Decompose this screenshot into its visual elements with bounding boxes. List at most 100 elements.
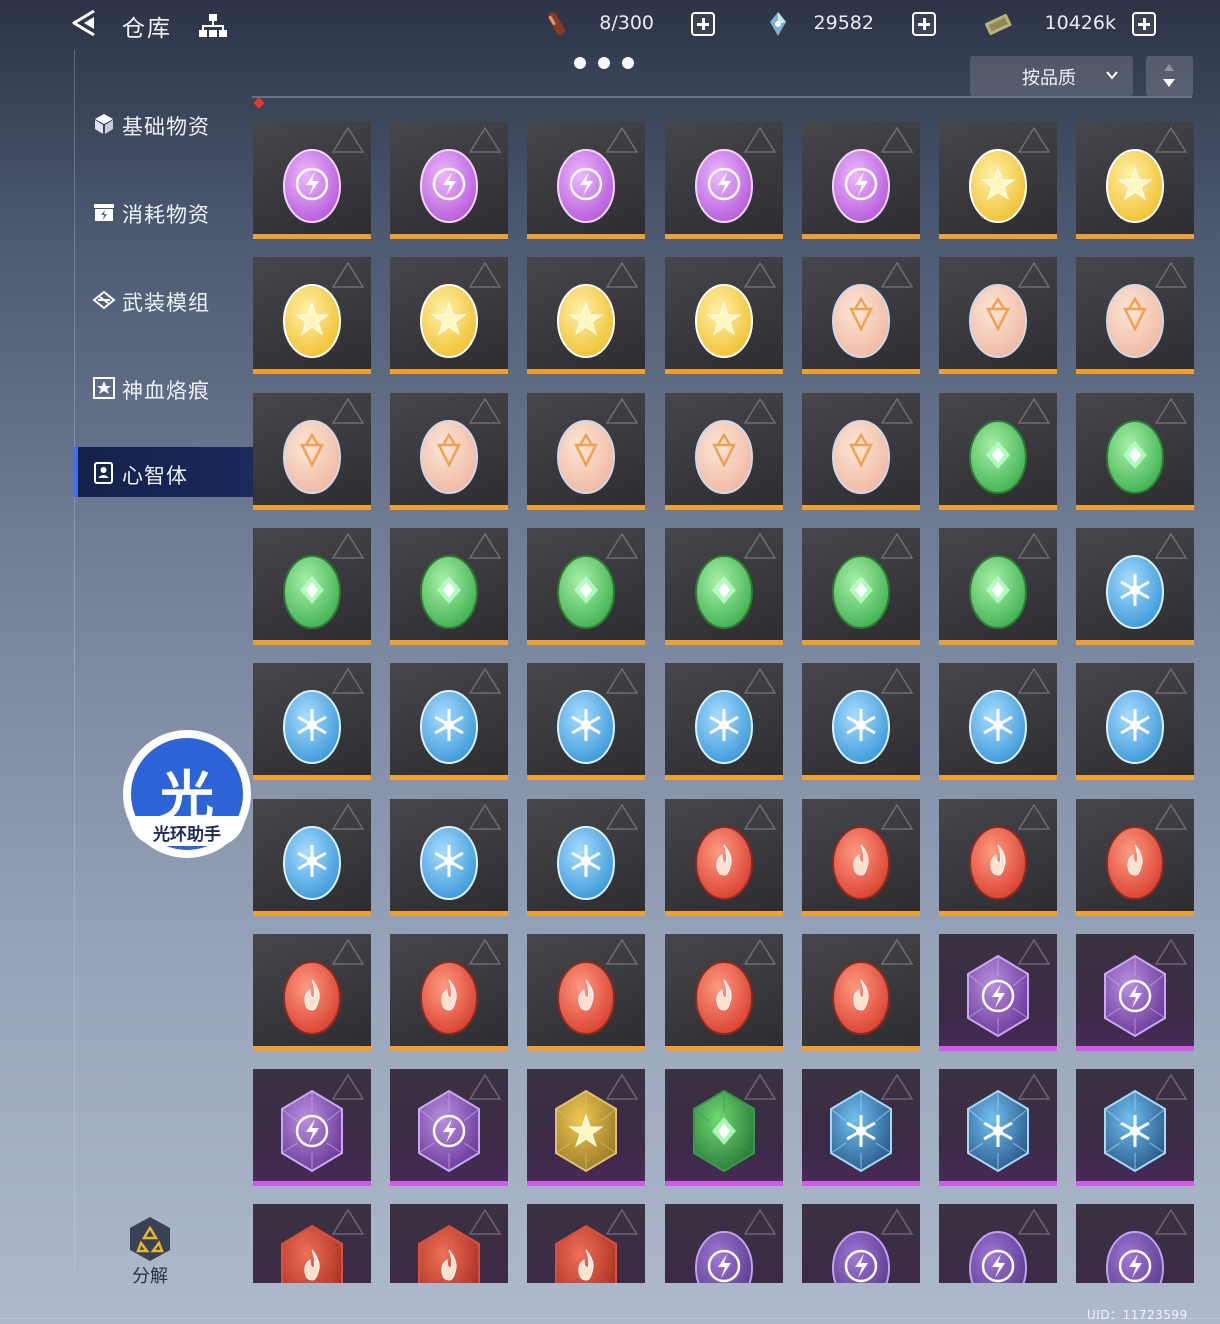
item-slot[interactable] [527,257,645,374]
item-slot[interactable] [1076,799,1194,916]
item-slot[interactable] [802,393,920,510]
add-capacity-button[interactable] [691,12,715,36]
item-slot[interactable] [1076,1069,1194,1186]
sidebar-item-armament-modules[interactable]: 武装模组 [74,274,276,324]
item-slot[interactable] [1076,663,1194,780]
item-slot[interactable] [390,663,508,780]
item-slot[interactable] [802,257,920,374]
rarity-bar [665,234,783,239]
item-slot[interactable] [665,257,783,374]
mind-entity-icon [418,1224,480,1283]
item-slot[interactable] [253,528,371,645]
item-slot[interactable] [665,393,783,510]
item-slot[interactable] [1076,257,1194,374]
item-slot[interactable] [527,393,645,510]
item-slot[interactable] [253,663,371,780]
more-options-button[interactable] [574,54,650,69]
mind-entity-icon [1106,826,1164,900]
halo-assistant-badge[interactable]: 光 光环助手 [123,730,251,858]
item-slot[interactable] [1076,393,1194,510]
item-slot[interactable] [1076,1204,1194,1283]
item-slot[interactable] [939,1069,1057,1186]
item-slot[interactable] [1076,934,1194,1051]
item-slot[interactable] [390,1204,508,1283]
item-slot[interactable] [802,122,920,239]
add-crystal-button[interactable] [912,12,936,36]
item-slot[interactable] [939,122,1057,239]
item-slot[interactable] [390,1069,508,1186]
item-slot[interactable] [390,122,508,239]
item-slot[interactable] [390,934,508,1051]
hierarchy-button[interactable] [198,12,228,38]
item-slot[interactable] [939,663,1057,780]
sort-by-quality-dropdown[interactable]: 按品质 [970,56,1133,96]
item-slot[interactable] [527,934,645,1051]
decompose-button[interactable]: 分解 [120,1212,180,1287]
item-slot[interactable] [253,122,371,239]
item-slot[interactable] [665,1204,783,1283]
mind-entity-icon [420,690,478,764]
item-slot[interactable] [253,1204,371,1283]
mind-entity-icon [967,954,1029,1038]
mind-entity-icon [420,555,478,629]
rarity-bar [802,369,920,374]
item-slot[interactable] [802,1204,920,1283]
item-slot[interactable] [939,1204,1057,1283]
mind-entity-icon [283,149,341,223]
item-slot[interactable] [253,257,371,374]
item-slot[interactable] [665,1069,783,1186]
item-slot[interactable] [390,393,508,510]
category-sidebar: 基础物资 消耗物资 武装模组 神血烙痕 心智体 [74,92,276,512]
item-slot[interactable] [939,257,1057,374]
sidebar-item-mind-entities[interactable]: 心智体 [74,447,276,497]
rarity-bar [802,1181,920,1186]
sidebar-item-consumables[interactable]: 消耗物资 [74,186,276,236]
item-slot[interactable] [939,799,1057,916]
rarity-bar [390,911,508,916]
rarity-bar [665,1046,783,1051]
mind-entity-icon [418,1089,480,1173]
item-slot[interactable] [1076,122,1194,239]
item-slot[interactable] [665,663,783,780]
item-slot[interactable] [390,799,508,916]
item-slot[interactable] [802,799,920,916]
rarity-bar [939,234,1057,239]
scroll-track[interactable] [252,96,1192,98]
item-slot[interactable] [527,1069,645,1186]
mind-entity-icon [557,826,615,900]
item-slot[interactable] [390,528,508,645]
mind-entity-icon [283,555,341,629]
item-grid [253,122,1194,1283]
item-slot[interactable] [939,393,1057,510]
item-slot[interactable] [939,934,1057,1051]
item-slot[interactable] [527,122,645,239]
item-slot[interactable] [939,528,1057,645]
item-slot[interactable] [1076,528,1194,645]
item-slot[interactable] [390,257,508,374]
item-slot[interactable] [665,934,783,1051]
item-slot[interactable] [527,663,645,780]
item-slot[interactable] [253,1069,371,1186]
item-slot[interactable] [802,663,920,780]
sort-order-toggle[interactable] [1146,56,1193,96]
mind-entity-icon [695,555,753,629]
crystal-value: 29582 [813,12,874,34]
item-slot[interactable] [253,799,371,916]
item-slot[interactable] [527,528,645,645]
item-slot[interactable] [802,1069,920,1186]
item-slot[interactable] [665,799,783,916]
item-slot[interactable] [665,122,783,239]
mind-entity-icon [695,690,753,764]
item-slot[interactable] [802,934,920,1051]
item-slot[interactable] [253,934,371,1051]
item-slot[interactable] [527,799,645,916]
item-slot[interactable] [802,528,920,645]
item-slot[interactable] [527,1204,645,1283]
item-slot[interactable] [665,528,783,645]
item-slot[interactable] [253,393,371,510]
back-button[interactable] [70,8,100,38]
sidebar-item-basic-materials[interactable]: 基础物资 [74,98,276,148]
rarity-bar [802,1046,920,1051]
add-currency-button[interactable] [1132,12,1156,36]
sidebar-item-god-blood-marks[interactable]: 神血烙痕 [74,362,276,412]
